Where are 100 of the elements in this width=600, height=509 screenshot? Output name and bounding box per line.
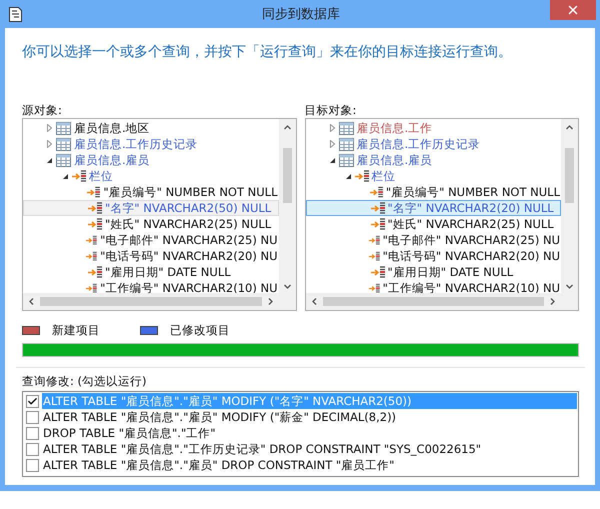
scroll-left-icon[interactable]	[310, 298, 318, 305]
column-icon	[370, 266, 384, 278]
window-title: 同步到数据库	[261, 6, 341, 23]
tree-item[interactable]: "雇员编号" NUMBER NOT NULL	[23, 184, 278, 200]
node-label: "电话号码" NVARCHAR2(20) NU	[382, 248, 560, 264]
query-item[interactable]: ALTER TABLE "雇员信息"."雇员" DROP CONSTRAINT "雇员工作"	[42, 457, 577, 473]
column-icon	[86, 282, 98, 293]
tree-item[interactable]: 雇员信息.地区	[23, 120, 278, 136]
checkbox[interactable]	[26, 410, 39, 424]
checkbox[interactable]	[26, 394, 39, 408]
node-label: "雇员编号" NUMBER NOT NULL	[386, 184, 560, 200]
tree-item[interactable]: 雇员信息.工作历史记录	[306, 136, 561, 152]
column-icon	[87, 186, 100, 198]
node-label: "雇用日期" DATE NULL	[105, 264, 231, 280]
vertical-scrollbar[interactable]	[561, 119, 578, 293]
table-icon	[56, 122, 71, 134]
collapse-icon[interactable]	[46, 156, 53, 164]
column-icon	[88, 218, 102, 230]
column-icon	[370, 186, 383, 198]
tree-item[interactable]: "电话号码" NVARCHAR2(20) NU	[23, 248, 278, 264]
scroll-thumb[interactable]	[322, 297, 544, 306]
scroll-thumb[interactable]	[565, 148, 574, 203]
tree-item[interactable]: "电子邮件" NVARCHAR2(25) NU	[23, 232, 278, 248]
node-label: 栏位	[372, 168, 396, 184]
tree-item[interactable]: "雇员编号" NUMBER NOT NULL	[306, 184, 561, 200]
node-label: "雇员编号" NUMBER NOT NULL	[103, 184, 278, 200]
tree-item[interactable]: 雇员信息.雇员	[306, 152, 561, 168]
column-icon	[368, 250, 380, 262]
node-label: "名字" NVARCHAR2(50) NULL	[105, 200, 272, 216]
checkbox[interactable]	[26, 458, 39, 472]
close-button[interactable]	[550, 0, 596, 20]
tree-item[interactable]: "雇用日期" DATE NULL	[306, 264, 561, 280]
tree-item[interactable]: 栏位	[306, 168, 561, 184]
instruction-text: 你可以选择一个或多个查询，并按下「运行查询」来在你的目标连接运行查询。	[22, 44, 512, 60]
tree-item[interactable]: "雇用日期" DATE NULL	[23, 264, 278, 280]
tree-item[interactable]: "工作编号" NVARCHAR2(10) NU	[23, 280, 278, 293]
node-label: "名字" NVARCHAR2(20) NULL	[388, 200, 554, 216]
node-label: "工作编号" NVARCHAR2(10) NU	[382, 280, 560, 293]
checkbox[interactable]	[26, 426, 39, 440]
node-label: "电子邮件" NVARCHAR2(25) NU	[382, 232, 560, 248]
tree-item[interactable]: 雇员信息.雇员	[23, 152, 278, 168]
horizontal-scrollbar[interactable]	[306, 293, 561, 310]
node-label: "电子邮件" NVARCHAR2(25) NU	[100, 232, 278, 248]
checkbox[interactable]	[26, 442, 39, 456]
scroll-thumb[interactable]	[282, 148, 292, 203]
table-icon	[338, 154, 354, 166]
column-icon	[88, 202, 102, 214]
scroll-down-icon[interactable]	[566, 282, 573, 290]
node-label: "姓氏" NVARCHAR2(25) NULL	[105, 216, 272, 232]
collapse-icon[interactable]	[62, 172, 69, 180]
column-icon	[354, 170, 368, 182]
tree-item[interactable]: 栏位	[23, 168, 278, 184]
tree-item[interactable]: "名字" NVARCHAR2(20) NULL	[306, 200, 561, 216]
column-icon	[86, 234, 98, 246]
column-icon	[86, 250, 98, 262]
tree-item[interactable]: 雇员信息.工作历史记录	[23, 136, 278, 152]
column-icon	[370, 202, 384, 214]
horizontal-scrollbar[interactable]	[23, 293, 278, 310]
scroll-up-icon[interactable]	[566, 124, 573, 131]
scroll-left-icon[interactable]	[28, 298, 35, 305]
vertical-scrollbar[interactable]	[278, 119, 296, 293]
tree-item[interactable]: "姓氏" NVARCHAR2(25) NULL	[23, 216, 278, 232]
tree-item[interactable]: "电子邮件" NVARCHAR2(25) NU	[306, 232, 561, 248]
column-icon	[368, 234, 380, 246]
legend-label: 新建项目	[52, 323, 100, 338]
scroll-right-icon[interactable]	[549, 298, 556, 305]
column-icon	[368, 282, 380, 293]
query-item[interactable]: ALTER TABLE "雇员信息"."工作历史记录" DROP CONSTRAINT "SYS_C0022615"	[42, 441, 577, 457]
table-icon	[338, 122, 354, 134]
node-label: 雇员信息.雇员	[74, 152, 150, 168]
query-list-label: 查询修改: (勾选以运行)	[22, 374, 148, 388]
node-label: 雇员信息.工作历史记录	[74, 136, 198, 152]
tree-item[interactable]: "姓氏" NVARCHAR2(25) NULL	[306, 216, 561, 232]
column-icon	[370, 218, 384, 230]
node-label: 雇员信息.工作历史记录	[356, 136, 480, 152]
tree-item[interactable]: "电话号码" NVARCHAR2(20) NU	[306, 248, 561, 264]
node-label: 雇员信息.雇员	[356, 152, 432, 168]
scroll-right-icon[interactable]	[266, 298, 274, 305]
tree-item[interactable]: "工作编号" NVARCHAR2(10) NU	[306, 280, 561, 293]
scroll-up-icon[interactable]	[284, 124, 290, 131]
collapse-icon[interactable]	[328, 156, 336, 164]
tree-label: 目标对象:	[304, 103, 358, 117]
scroll-down-icon[interactable]	[284, 282, 290, 290]
node-label: 雇员信息.地区	[74, 120, 150, 136]
table-icon	[56, 138, 71, 150]
query-item[interactable]: ALTER TABLE "雇员信息"."雇员" MODIFY ("薪金" DECIMAL(8,2))	[42, 409, 577, 425]
query-item[interactable]: DROP TABLE "雇员信息"."工作"	[42, 425, 577, 441]
table-icon	[338, 138, 354, 150]
node-label: 栏位	[89, 168, 113, 184]
node-label: "工作编号" NVARCHAR2(10) NU	[100, 280, 278, 293]
document-icon	[9, 6, 22, 22]
scroll-thumb[interactable]	[40, 297, 262, 306]
collapse-icon[interactable]	[344, 172, 352, 180]
tree-item[interactable]: "名字" NVARCHAR2(50) NULL	[23, 200, 278, 216]
tree-item[interactable]: 雇员信息.工作	[306, 120, 561, 136]
table-icon	[56, 154, 71, 166]
node-label: "雇用日期" DATE NULL	[388, 264, 514, 280]
node-label: "姓氏" NVARCHAR2(25) NULL	[388, 216, 554, 232]
node-label: "电话号码" NVARCHAR2(20) NU	[100, 248, 278, 264]
column-icon	[88, 266, 102, 278]
